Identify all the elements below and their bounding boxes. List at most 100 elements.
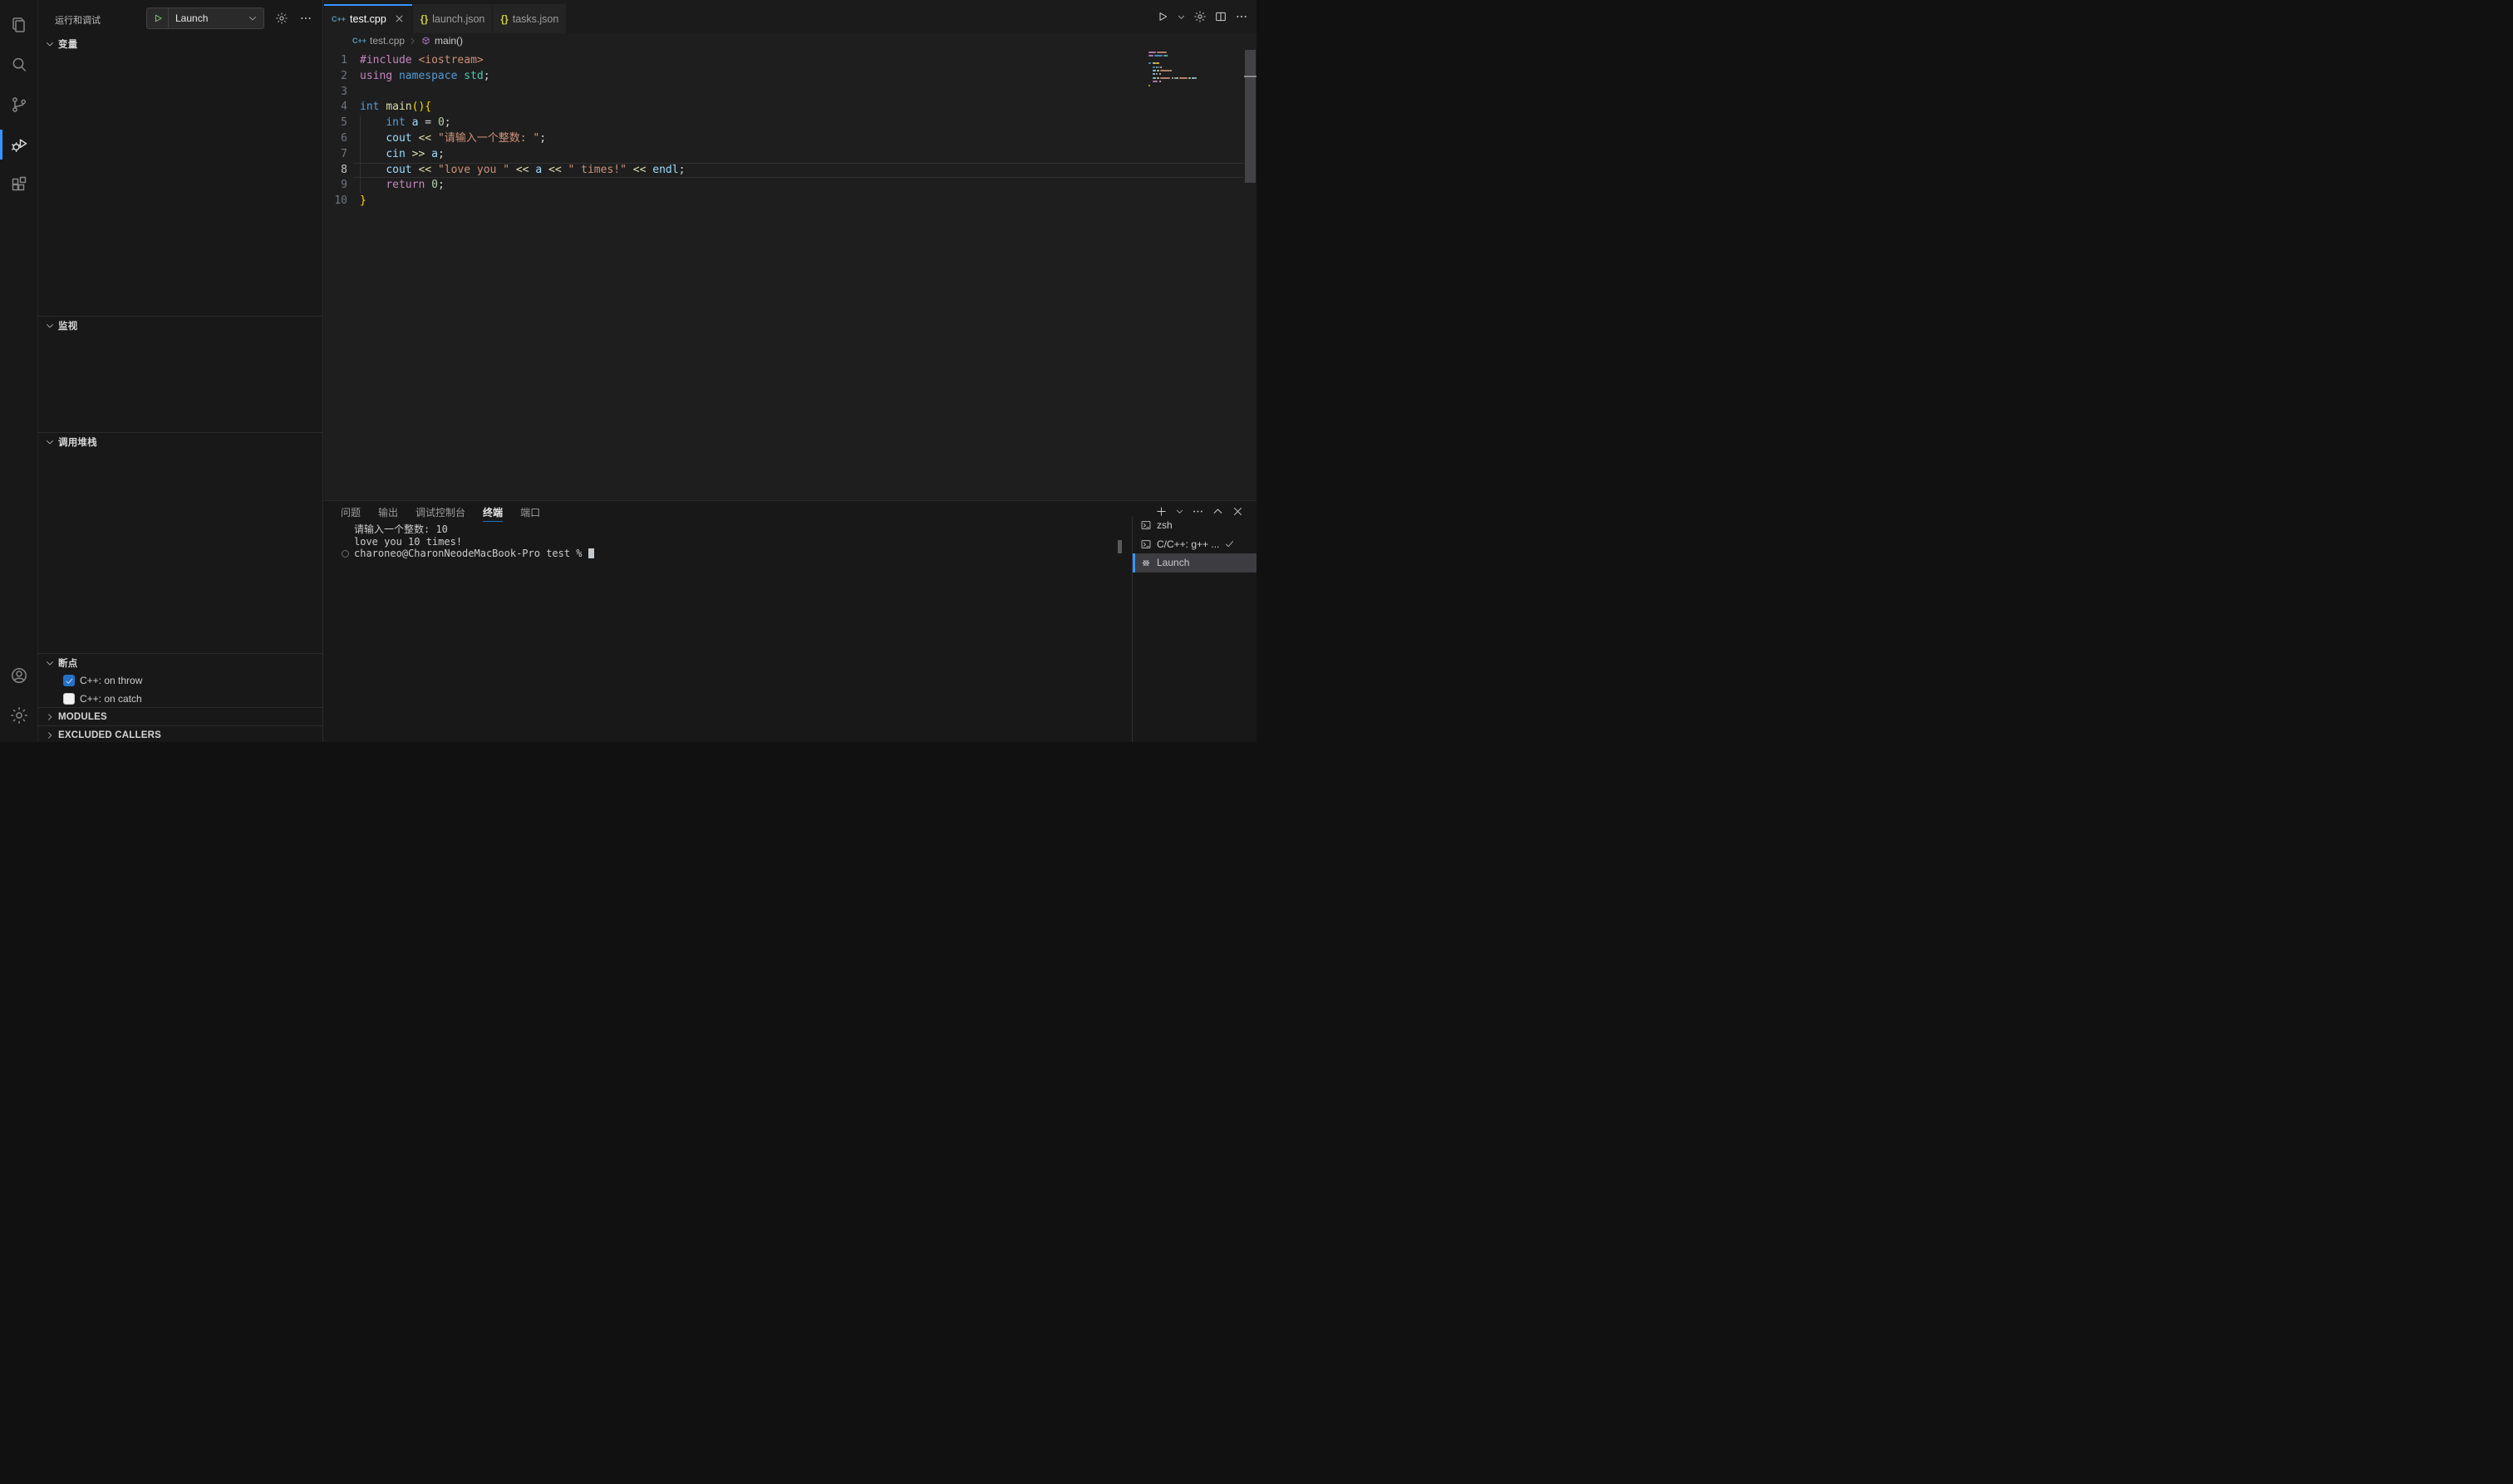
editor-tab-tasks.json[interactable]: {}tasks.json (493, 4, 567, 33)
split-editor-button[interactable] (1214, 10, 1227, 23)
tab-close-button[interactable] (394, 13, 405, 24)
run-button[interactable] (1156, 10, 1169, 23)
panel-tab-端口[interactable]: 端口 (520, 501, 540, 523)
minimap-bar (1148, 52, 1156, 53)
code-line-7[interactable]: 7 cin >> a; (324, 147, 1244, 163)
breadcrumb-symbol[interactable]: main() (435, 35, 463, 47)
debug-gear-icon[interactable] (275, 12, 288, 25)
tab-label: launch.json (432, 13, 484, 25)
symbol-method-icon (420, 36, 431, 47)
terminal-output[interactable]: 请输入一个整数: 10love you 10 times!charoneo@Ch… (354, 523, 1102, 560)
token-pl (542, 164, 548, 176)
breakpoint-row[interactable]: C++: on catch (38, 690, 322, 708)
activity-bar-item-source-control[interactable] (0, 85, 38, 125)
more-actions-button[interactable] (1235, 10, 1248, 23)
debug-settings-button[interactable] (1193, 10, 1207, 23)
minimap-bar (1153, 70, 1157, 71)
activity-bar-item-explorer[interactable] (0, 5, 38, 45)
editor-tab-bar: C++ test.cpp {}launch.json{}tasks.json (324, 0, 1256, 33)
code-line-5[interactable]: 5 int a = 0; (324, 115, 1244, 131)
vscode-window: 运行和调试 Launch 变量监视调用堆栈断点MODULESEXCLUDED C… (0, 0, 1256, 742)
token-pl: = (425, 116, 431, 129)
activity-bar-item-extensions[interactable] (0, 165, 38, 204)
token-pl: ; (679, 164, 686, 176)
terminal-scrollbar-thumb[interactable] (1118, 540, 1122, 553)
code-editor[interactable]: 1#include <iostream>2using namespace std… (324, 48, 1256, 500)
launch-config-dropdown[interactable]: Launch (146, 7, 264, 29)
scrollbar-thumb[interactable] (1245, 50, 1256, 183)
panel-tab-终端[interactable]: 终端 (483, 501, 503, 523)
token-bracket: (){ (412, 101, 431, 113)
chevron-down-icon (45, 437, 55, 447)
panel-tab-问题[interactable]: 问题 (341, 501, 361, 523)
minimap-bar (1156, 62, 1158, 64)
terminal-cursor (588, 548, 595, 558)
check-icon (1224, 538, 1235, 549)
terminal-list-item-Launch[interactable]: Launch (1133, 553, 1256, 572)
cpp-file-icon: C++ (332, 15, 346, 23)
start-debug-play-icon[interactable] (152, 12, 164, 24)
tab-label: test.cpp (350, 13, 386, 25)
activity-bar-bottom (0, 656, 38, 735)
code-line-9[interactable]: 9 return 0; (324, 178, 1244, 194)
code-line-10[interactable]: 10} (324, 194, 1244, 209)
activity-bar-item-run-debug[interactable] (0, 125, 38, 165)
panel-tab-输出[interactable]: 输出 (378, 501, 398, 523)
terminal-dropdown-button[interactable] (1175, 507, 1184, 516)
line-number: 7 (324, 147, 347, 163)
section-header-call-stack[interactable]: 调用堆栈 (38, 433, 322, 451)
activity-bar-item-accounts[interactable] (0, 656, 38, 695)
token-pl (431, 132, 438, 145)
token-fn: main (386, 101, 411, 113)
code-line-3[interactable]: 3 (324, 85, 1244, 101)
breakpoint-row[interactable]: C++: on throw (38, 671, 322, 690)
section-header-modules[interactable]: MODULES (38, 708, 322, 726)
code-line-4[interactable]: 4int main(){ (324, 100, 1244, 115)
section-header-variables[interactable]: 变量 (38, 35, 322, 53)
activity-bar-item-search[interactable] (0, 45, 38, 85)
tab-label: tasks.json (513, 13, 559, 25)
terminal-list-item-zsh[interactable]: zsh (1133, 516, 1256, 535)
code-line-6[interactable]: 6 cout << "请输入一个整数: "; (324, 131, 1244, 147)
token-bracket: } (360, 194, 366, 207)
cpp-file-icon: C++ (352, 37, 366, 45)
editor-scrollbar[interactable] (1244, 48, 1256, 500)
code-text: } (360, 194, 366, 209)
terminal-list-label: C/C++: g++ ... (1157, 538, 1219, 550)
check-icon (65, 676, 74, 685)
terminal-list-item-C/C++: g++ ...[interactable]: C/C++: g++ ... (1133, 535, 1256, 554)
section-header-watch[interactable]: 监视 (38, 317, 322, 335)
command-decoration-icon[interactable] (342, 550, 349, 558)
editor-tab-launch.json[interactable]: {}launch.json (413, 4, 494, 33)
editor-tab-test.cpp[interactable]: C++ test.cpp (324, 4, 413, 33)
more-actions-icon[interactable] (299, 12, 312, 25)
minimap[interactable] (1148, 52, 1207, 143)
minimap-bar (1157, 52, 1167, 53)
breadcrumb[interactable]: C++ test.cpp main() (324, 33, 1256, 48)
line-number: 9 (324, 178, 347, 194)
active-task-check-icon (1224, 538, 1235, 549)
section-label-modules: MODULES (58, 712, 107, 722)
terminal-list-label: Launch (1157, 557, 1189, 568)
section-header-excluded-callers[interactable]: EXCLUDED CALLERS (38, 726, 322, 742)
checkbox-unchecked[interactable] (63, 693, 75, 705)
code-line-8[interactable]: 8 cout << "love you " << a << " times!" … (324, 163, 1244, 179)
section-header-breakpoints[interactable]: 断点 (38, 654, 322, 672)
chevron-down-icon (248, 13, 258, 23)
breadcrumb-file[interactable]: test.cpp (370, 35, 405, 47)
code-line-2[interactable]: 2using namespace std; (324, 69, 1244, 85)
token-pl (509, 164, 516, 176)
checkbox-checked[interactable] (63, 675, 75, 686)
token-str: "love you " (438, 164, 509, 176)
code-line-1[interactable]: 1#include <iostream> (324, 53, 1244, 69)
terminal-icon (1140, 538, 1152, 550)
minimap-bar (1174, 77, 1176, 79)
settings-icon (9, 705, 29, 725)
start-debug-icon[interactable] (147, 8, 169, 28)
terminal-prompt-line[interactable]: charoneo@CharonNeodeMacBook-Pro test % (354, 548, 1102, 560)
terminal-prompt: charoneo@CharonNeodeMacBook-Pro test % (354, 548, 588, 559)
run-dropdown-button[interactable] (1177, 12, 1186, 22)
token-pl: ; (539, 132, 546, 145)
activity-bar-item-settings[interactable] (0, 695, 38, 735)
panel-tab-调试控制台[interactable]: 调试控制台 (416, 501, 465, 523)
